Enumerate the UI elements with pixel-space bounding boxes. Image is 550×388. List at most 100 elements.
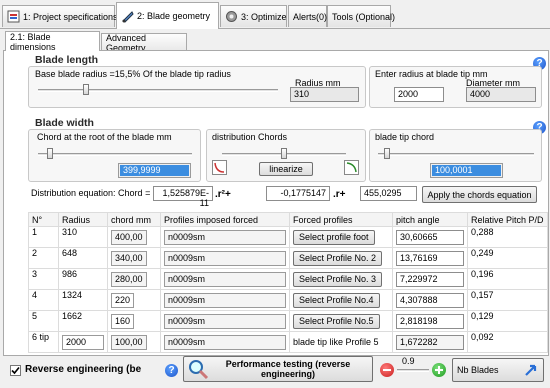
value-slider[interactable] [397,369,429,372]
relative-pitch-value: 0,249 [467,247,548,269]
row-number: 2 [28,247,59,269]
row-radius: 648 [58,247,108,269]
row-number: 6 tip [28,331,59,353]
table-row: 4 1324 220 n0009sm Select Profile No.4 4… [28,289,548,311]
chord-cell[interactable]: 280,00 [111,271,147,287]
tab-project-specifications[interactable]: 1: Project specifications [2,5,118,27]
pitch-angle-field[interactable]: 4,307888 [396,292,464,308]
performance-testing-button[interactable]: Performance testing (reverse engineering… [183,356,373,382]
row-radius: 310 [58,226,108,248]
relative-pitch-value: 0,157 [467,289,548,311]
tip-radius-cell: 2000 [62,334,104,350]
root-chord-field[interactable]: 399,9999 [118,163,191,178]
tab-label: 3: Optimize [241,11,287,22]
tip-chord-value: 100,0001 [432,165,501,176]
coef-a-field[interactable]: 1,525879E-11 [153,186,213,208]
curve-icon [346,162,357,173]
chord-cell[interactable]: 340,00 [111,250,147,266]
row-radius: 986 [58,268,108,290]
root-chord-slider-thumb[interactable] [47,148,54,159]
tip-chord-field[interactable]: 100,0001 [430,163,503,178]
column-header: Forced profiles [289,212,393,227]
tab-optimize[interactable]: 3: Optimize [220,5,287,27]
relative-pitch-value: 0,092 [467,331,548,353]
arrow-icon [523,362,539,378]
tab-tools[interactable]: Tools (Optional) [327,5,395,27]
tab-label: Alerts(0) [293,11,328,22]
column-header: Radius [58,212,108,227]
tip-chord-slider[interactable] [378,153,534,156]
base-radius-slider[interactable] [38,89,278,92]
nb-blades-button[interactable]: Nb Blades [452,358,544,382]
equation-label: Distribution equation: Chord = [31,188,151,198]
select-profile-3-button[interactable]: Select Profile No. 3 [293,271,383,287]
pitch-angle-field[interactable]: 2,818198 [396,313,464,329]
help-icon[interactable]: ? [165,364,178,377]
profile-cell: n0009sm [164,271,286,287]
row-number: 5 [28,310,59,332]
subtab-label: 2.1: Blade dimensions [10,31,56,52]
tab-blade-geometry[interactable]: 2: Blade geometry [116,2,219,29]
base-radius-slider-thumb[interactable] [83,84,89,95]
increase-button[interactable] [432,363,446,377]
coef-b-field[interactable]: -0,1775147 [266,186,330,201]
pitch-angle-field[interactable]: 30,60665 [396,229,464,245]
r-squared-term: .r²+ [215,189,231,200]
convex-curve-button[interactable] [344,160,359,175]
tab-label: Tools (Optional) [332,11,396,22]
tab-label: 1: Project specifications [23,11,118,22]
distribution-label: distribution Chords [212,132,288,142]
reverse-engineering-checkbox[interactable] [10,365,21,376]
tab-blade-dimensions[interactable]: 2.1: Blade dimensions [5,31,100,52]
table-header-row: N° Radius chord mm Profiles imposed forc… [28,212,548,227]
select-profile-5-button[interactable]: Select Profile No.5 [293,313,380,329]
profile-cell: n0009sm [164,313,286,329]
row-radius: 1662 [58,310,108,332]
profile-cell: n0009sm [164,250,286,266]
root-chord-value: 399,9999 [120,165,189,176]
specifications-icon [7,10,20,23]
decrease-button[interactable] [380,363,394,377]
chord-cell[interactable]: 100,00 [111,334,147,350]
select-profile-4-button[interactable]: Select Profile No.4 [293,292,380,308]
plus-icon [435,366,443,374]
chord-cell[interactable]: 220 [111,292,135,308]
select-profile-2-button[interactable]: Select Profile No. 2 [293,250,383,266]
tab-advanced-geometry[interactable]: Advanced Geometry [101,33,187,53]
blade-geometry-icon [121,10,134,23]
chord-cell[interactable]: 160 [111,313,135,329]
table-row: 2 648 340,00 n0009sm Select Profile No. … [28,247,548,269]
column-header: Relative Pitch P/D [467,212,548,227]
distribution-slider-thumb[interactable] [281,148,287,159]
root-chord-slider[interactable] [38,153,192,156]
tip-profile-note: blade tip like Profile 5 [289,331,393,353]
minus-icon [383,369,391,371]
pitch-angle-field: 1,672282 [396,334,464,350]
apply-chords-equation-button[interactable]: Apply the chords equation [422,186,537,203]
profile-cell: n0009sm [164,229,286,245]
pitch-angle-field[interactable]: 7,229972 [396,271,464,287]
tip-chord-slider-thumb[interactable] [384,148,391,159]
relative-pitch-value: 0,129 [467,310,548,332]
coef-c-field[interactable]: 455,0295 [360,186,417,201]
reverse-engineering-label: Reverse engineering (be [25,364,142,375]
relative-pitch-value: 0,288 [467,226,548,248]
optimize-icon [225,10,238,23]
nb-blades-label: Nb Blades [457,365,499,375]
radius-value-field: 310 [290,87,359,102]
column-header: chord mm [107,212,161,227]
tip-chord-label: blade tip chord [375,132,435,142]
pitch-angle-field[interactable]: 13,76169 [396,250,464,266]
checkmark-icon [11,366,20,375]
linearize-button[interactable]: linearize [259,162,313,176]
profile-cell: n0009sm [164,292,286,308]
row-number: 1 [28,226,59,248]
table-row: 5 1662 160 n0009sm Select Profile No.5 2… [28,310,548,332]
performance-testing-label: Performance testing (reverse engineering… [225,359,351,379]
column-header: pitch angle [392,212,468,227]
select-profile-foot-button[interactable]: Select profile foot [293,229,375,245]
concave-curve-button[interactable] [212,160,227,175]
tab-alerts[interactable]: Alerts(0) [288,5,327,27]
chord-cell[interactable]: 400,00 [111,229,147,245]
tip-radius-input[interactable]: 2000 [394,87,444,102]
